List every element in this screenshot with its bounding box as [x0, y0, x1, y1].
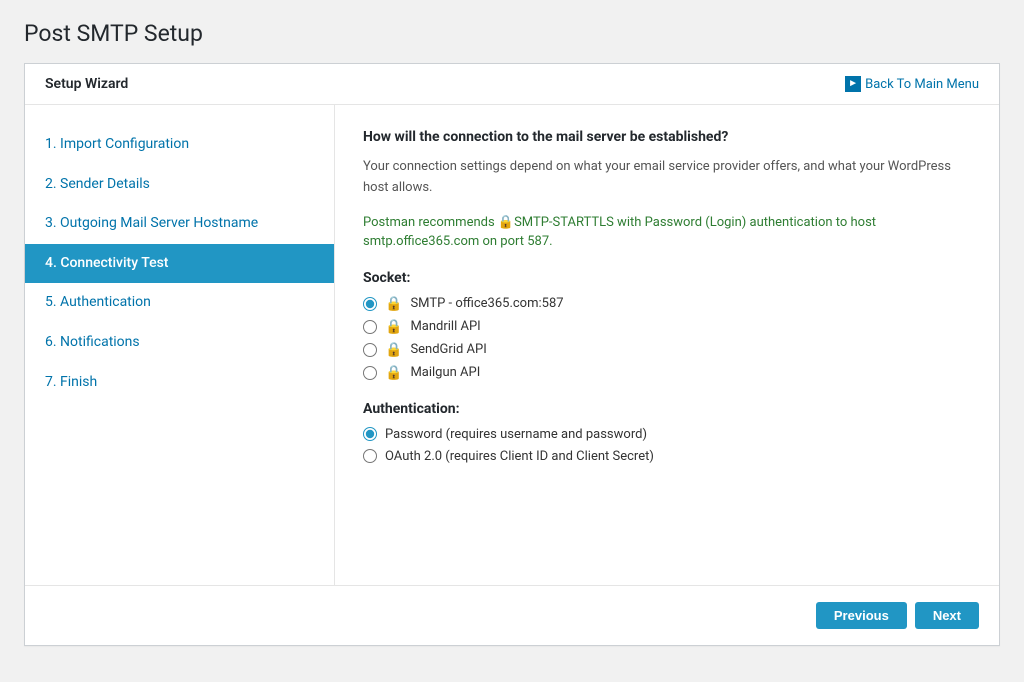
socket-radio-mailgun[interactable]	[363, 366, 377, 380]
auth-radio-password[interactable]	[363, 427, 377, 441]
recommendation: Postman recommends 🔒SMTP-STARTTLS with P…	[363, 213, 971, 252]
auth-radio-oauth[interactable]	[363, 449, 377, 463]
socket-radio-mandrill[interactable]	[363, 320, 377, 334]
socket-label-mandrill: Mandrill API	[410, 319, 480, 334]
auth-label: Authentication:	[363, 401, 971, 417]
sidebar-step-6[interactable]: 6. Notifications	[25, 323, 334, 363]
socket-label-smtp: SMTP - office365.com:587	[410, 296, 563, 311]
socket-label-sendgrid: SendGrid API	[410, 342, 486, 357]
lock-icon-sendgrid: 🔒	[385, 342, 402, 358]
wizard-card: Setup Wizard ► Back To Main Menu 1. Impo…	[24, 63, 1000, 646]
sidebar-step-6-link[interactable]: 6. Notifications	[45, 334, 140, 350]
auth-option-oauth[interactable]: OAuth 2.0 (requires Client ID and Client…	[363, 449, 971, 464]
sidebar-step-4[interactable]: 4. Connectivity Test	[25, 244, 334, 284]
sidebar-step-5-link[interactable]: 5. Authentication	[45, 294, 151, 310]
sidebar-step-5[interactable]: 5. Authentication	[25, 283, 334, 323]
socket-label: Socket:	[363, 270, 971, 286]
auth-label-password: Password (requires username and password…	[385, 427, 647, 442]
auth-radio-group: Password (requires username and password…	[363, 427, 971, 464]
content-description: Your connection settings depend on what …	[363, 157, 971, 199]
socket-option-smtp[interactable]: 🔒 SMTP - office365.com:587	[363, 296, 971, 312]
content-area: How will the connection to the mail serv…	[335, 105, 999, 585]
socket-option-sendgrid[interactable]: 🔒 SendGrid API	[363, 342, 971, 358]
previous-button[interactable]: Previous	[816, 602, 907, 629]
lock-icon-mailgun: 🔒	[385, 365, 402, 381]
socket-radio-group: 🔒 SMTP - office365.com:587 🔒 Mandrill AP…	[363, 296, 971, 381]
sidebar-step-7[interactable]: 7. Finish	[25, 363, 334, 403]
sidebar-step-3[interactable]: 3. Outgoing Mail Server Hostname	[25, 204, 334, 244]
lock-icon-mandrill: 🔒	[385, 319, 402, 335]
page-wrapper: Post SMTP Setup Setup Wizard ► Back To M…	[0, 0, 1024, 682]
footer-actions: Previous Next	[25, 585, 999, 645]
page-title: Post SMTP Setup	[24, 20, 1000, 47]
auth-label-oauth: OAuth 2.0 (requires Client ID and Client…	[385, 449, 654, 464]
sidebar-step-1[interactable]: 1. Import Configuration	[25, 125, 334, 165]
wizard-header-title: Setup Wizard	[45, 76, 128, 92]
lock-icon-smtp: 🔒	[385, 296, 402, 312]
main-content: 1. Import Configuration 2. Sender Detail…	[25, 105, 999, 585]
socket-label-mailgun: Mailgun API	[410, 365, 480, 380]
socket-radio-sendgrid[interactable]	[363, 343, 377, 357]
socket-radio-smtp[interactable]	[363, 297, 377, 311]
next-button[interactable]: Next	[915, 602, 979, 629]
back-to-menu-link[interactable]: ► Back To Main Menu	[845, 76, 979, 92]
socket-option-mandrill[interactable]: 🔒 Mandrill API	[363, 319, 971, 335]
auth-option-password[interactable]: Password (requires username and password…	[363, 427, 971, 442]
sidebar-step-7-link[interactable]: 7. Finish	[45, 374, 97, 390]
socket-option-mailgun[interactable]: 🔒 Mailgun API	[363, 365, 971, 381]
back-icon: ►	[845, 76, 861, 92]
back-link-text: Back To Main Menu	[865, 77, 979, 92]
sidebar-step-2[interactable]: 2. Sender Details	[25, 165, 334, 205]
wizard-header: Setup Wizard ► Back To Main Menu	[25, 64, 999, 105]
content-question: How will the connection to the mail serv…	[363, 129, 971, 145]
sidebar: 1. Import Configuration 2. Sender Detail…	[25, 105, 335, 585]
